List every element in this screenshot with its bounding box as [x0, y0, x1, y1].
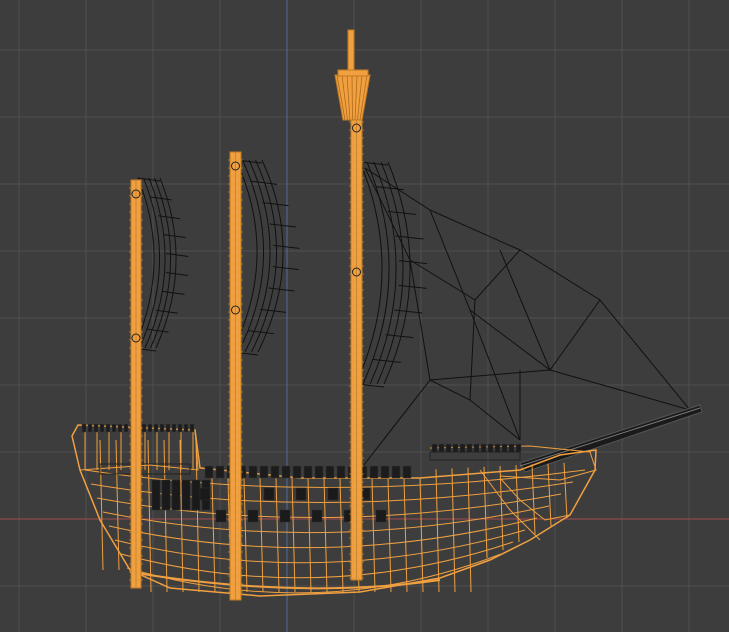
main-sail[interactable]	[231, 159, 300, 356]
main-mast[interactable]	[228, 151, 243, 601]
mizzen-mast[interactable]	[129, 179, 143, 589]
deck-railing[interactable]	[81, 423, 522, 523]
fore-sail[interactable]	[355, 161, 428, 388]
3d-viewport[interactable]	[0, 0, 729, 632]
viewport-canvas[interactable]	[0, 0, 729, 632]
bowsprit[interactable]	[519, 404, 703, 473]
